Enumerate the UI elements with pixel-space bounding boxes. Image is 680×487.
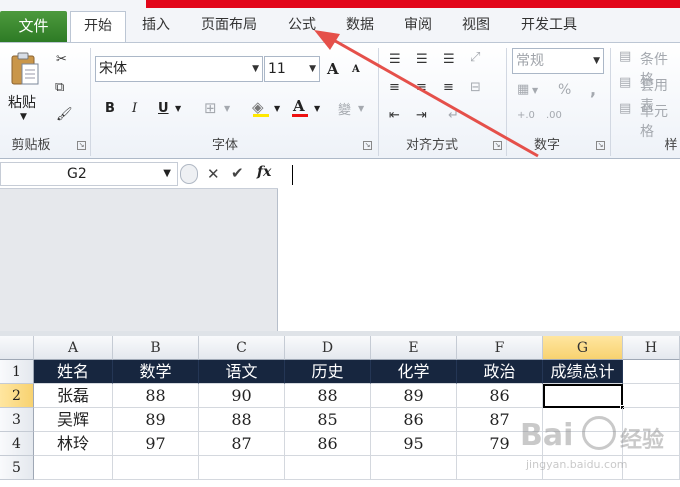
column-header-H[interactable]: H xyxy=(623,336,680,360)
select-all-corner[interactable] xyxy=(0,336,34,360)
cell-B4[interactable]: 97 xyxy=(113,432,199,456)
cell-C4[interactable]: 87 xyxy=(199,432,285,456)
cell-H1[interactable] xyxy=(623,360,680,384)
watermark-brand: Bai xyxy=(520,418,574,453)
cell-D3[interactable]: 85 xyxy=(285,408,371,432)
cell-D1[interactable]: 历史 xyxy=(285,360,371,384)
column-header-G[interactable]: G xyxy=(543,336,623,360)
cell-E4[interactable]: 95 xyxy=(371,432,457,456)
cell-F2[interactable]: 86 xyxy=(457,384,543,408)
cell-A5[interactable] xyxy=(34,456,113,480)
column-header-C[interactable]: C xyxy=(199,336,285,360)
watermark-url: jingyan.baidu.com xyxy=(526,458,628,471)
cell-A4[interactable]: 林玲 xyxy=(34,432,113,456)
watermark: Bai 经验 jingyan.baidu.com xyxy=(520,410,680,487)
cell-A3[interactable]: 吴辉 xyxy=(34,408,113,432)
watermark-brand-suffix: 经验 xyxy=(620,428,665,453)
column-header-D[interactable]: D xyxy=(285,336,371,360)
cell-A1[interactable]: 姓名 xyxy=(34,360,113,384)
row-header-2[interactable]: 2 xyxy=(0,384,34,408)
cell-C1[interactable]: 语文 xyxy=(199,360,285,384)
paw-icon xyxy=(582,416,616,450)
row-header-5[interactable]: 5 xyxy=(0,456,34,480)
cell-C5[interactable] xyxy=(199,456,285,480)
column-header-A[interactable]: A xyxy=(34,336,113,360)
cell-E3[interactable]: 86 xyxy=(371,408,457,432)
cell-B3[interactable]: 89 xyxy=(113,408,199,432)
cell-C3[interactable]: 88 xyxy=(199,408,285,432)
cell-H2[interactable] xyxy=(623,384,680,408)
column-header-B[interactable]: B xyxy=(113,336,199,360)
cell-B1[interactable]: 数学 xyxy=(113,360,199,384)
column-header-F[interactable]: F xyxy=(457,336,543,360)
column-header-E[interactable]: E xyxy=(371,336,457,360)
cell-E2[interactable]: 89 xyxy=(371,384,457,408)
row-header-3[interactable]: 3 xyxy=(0,408,34,432)
active-cell-G2[interactable] xyxy=(543,384,625,410)
cell-A2[interactable]: 张磊 xyxy=(34,384,113,408)
row-header-1[interactable]: 1 xyxy=(0,360,34,384)
cell-B2[interactable]: 88 xyxy=(113,384,199,408)
row-header-4[interactable]: 4 xyxy=(0,432,34,456)
cell-G1[interactable]: 成绩总计 xyxy=(543,360,623,384)
cell-C2[interactable]: 90 xyxy=(199,384,285,408)
cell-E1[interactable]: 化学 xyxy=(371,360,457,384)
cell-E5[interactable] xyxy=(371,456,457,480)
cell-D5[interactable] xyxy=(285,456,371,480)
cell-D4[interactable]: 86 xyxy=(285,432,371,456)
cell-F1[interactable]: 政治 xyxy=(457,360,543,384)
cell-B5[interactable] xyxy=(113,456,199,480)
cell-D2[interactable]: 88 xyxy=(285,384,371,408)
